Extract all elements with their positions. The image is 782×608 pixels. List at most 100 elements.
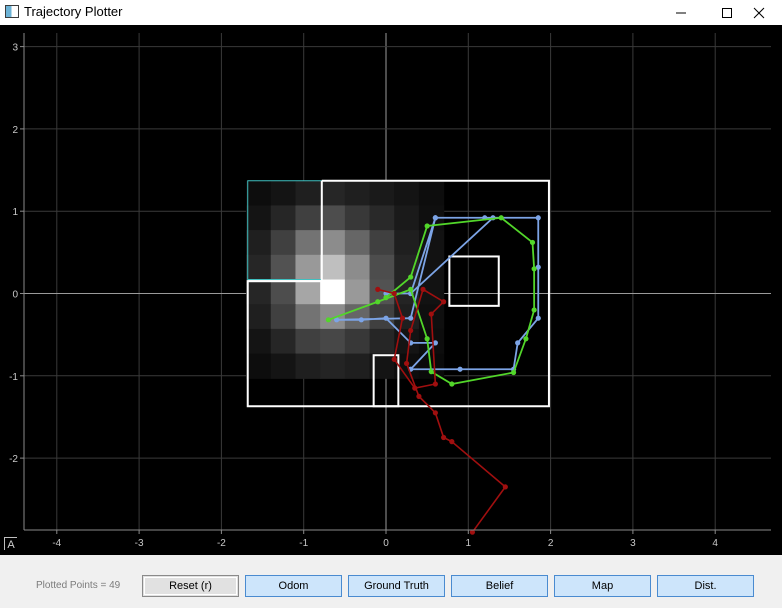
odom-point: [432, 410, 438, 416]
ground_truth-point: [424, 336, 430, 342]
y-tick-label: -1: [9, 372, 18, 383]
ground_truth-point: [498, 215, 504, 221]
heatmap-cell: [369, 254, 395, 281]
heatmap-cell: [344, 304, 371, 330]
odom-point: [408, 327, 414, 334]
ground_truth-point: [449, 381, 455, 387]
x-tick-label: 2: [548, 538, 554, 549]
heatmap-cell: [246, 279, 272, 305]
heatmap-cell: [394, 205, 420, 231]
heatmap-cell: [394, 304, 420, 330]
belief-point: [457, 366, 463, 372]
heatmap-cell: [369, 328, 395, 355]
heatmap-cell: [344, 254, 371, 281]
x-tick-label: 0: [383, 538, 389, 549]
heatmap-cell: [369, 304, 395, 330]
heatmap-cell: [270, 254, 297, 281]
ground_truth-point: [424, 223, 430, 229]
heatmap-cell: [320, 180, 346, 207]
heatmap-cell: [344, 353, 371, 379]
dist-button[interactable]: Dist.: [657, 575, 754, 597]
map-button[interactable]: Map: [554, 575, 651, 597]
heatmap-cell: [320, 254, 346, 281]
heatmap-cell: [394, 230, 420, 256]
heatmap-cell: [295, 328, 321, 355]
heatmap-cell: [295, 254, 321, 281]
odom-point: [391, 356, 397, 362]
belief-button[interactable]: Belief: [451, 575, 548, 597]
odom-point: [441, 434, 447, 441]
x-tick-label: 4: [712, 538, 718, 549]
plot-area[interactable]: -4 -3 -2 -1 0 1 2 3 4 3 2 1 0 -1 -2 A: [0, 25, 782, 555]
odom-button[interactable]: Odom: [245, 575, 342, 597]
belief-point: [408, 315, 414, 321]
heatmap-cell: [320, 279, 346, 305]
heatmap-cell: [369, 205, 395, 231]
y-tick-label: 2: [12, 125, 18, 136]
ground_truth-point: [428, 369, 434, 375]
x-tick-label: -3: [135, 538, 144, 549]
plotted-points-status: Plotted Points = 49: [36, 580, 121, 591]
y-tick-label: 0: [12, 290, 18, 301]
close-button[interactable]: [736, 0, 782, 25]
heatmap-cell: [320, 353, 346, 379]
heatmap-cell: [369, 180, 395, 207]
odom-point: [391, 290, 397, 297]
heatmap-cell: [246, 254, 272, 281]
x-tick-label: -1: [299, 538, 308, 549]
heatmap-cell: [246, 353, 272, 379]
heatmap-cell: [418, 180, 445, 207]
heatmap-cell: [320, 205, 346, 231]
odom-point: [403, 360, 410, 367]
heatmap-cell: [270, 279, 297, 305]
heatmap-cell: [246, 328, 272, 355]
odom-point: [412, 385, 418, 391]
x-tick-label: -4: [52, 538, 61, 549]
heatmap-cell: [369, 230, 395, 256]
ground_truth-point: [408, 286, 414, 292]
odom-point: [441, 299, 447, 305]
ground_truth-point: [325, 317, 331, 323]
heatmap-cell: [295, 180, 321, 207]
heatmap-cell: [295, 353, 321, 379]
ground_truth-point: [531, 266, 537, 272]
maximize-icon: [722, 7, 732, 18]
heatmap-cell: [270, 180, 297, 207]
heatmap-cell: [270, 353, 297, 379]
heatmap-cell: [344, 328, 371, 355]
y-tick-label: 3: [12, 43, 18, 54]
heatmap-cell: [344, 205, 371, 231]
heatmap-cell: [295, 304, 321, 330]
title-bar: Trajectory Plotter: [0, 0, 782, 25]
odom-point: [502, 484, 508, 490]
odom-point: [449, 439, 455, 445]
heatmap-cell: [295, 230, 321, 256]
odom-point: [432, 381, 438, 387]
belief-point: [535, 215, 541, 221]
x-tick-label: 1: [466, 538, 472, 549]
close-icon: [753, 7, 765, 18]
trajectory-plot[interactable]: -4 -3 -2 -1 0 1 2 3 4 3 2 1 0 -1 -2: [0, 25, 782, 555]
obstacle-box: [448, 255, 500, 307]
auto-range-icon[interactable]: A: [4, 537, 17, 550]
heatmap-cell: [394, 180, 420, 207]
auto-range-label: A: [7, 539, 15, 550]
heatmap-cell: [320, 328, 346, 355]
ground_truth-point: [383, 295, 389, 301]
reset-button[interactable]: Reset (r): [142, 575, 239, 597]
control-bar: Plotted Points = 49 Reset (r) Odom Groun…: [0, 555, 782, 608]
belief-point: [358, 317, 364, 323]
heatmap-cell: [270, 328, 297, 355]
heatmap-cell: [344, 180, 371, 207]
ground_truth-point: [523, 336, 529, 342]
app-icon: [5, 5, 19, 18]
y-tick-label: -2: [9, 454, 18, 465]
minimize-button[interactable]: [658, 0, 704, 25]
heatmap-cell: [270, 304, 297, 330]
odom-point: [375, 286, 381, 292]
heatmap-cell: [246, 304, 272, 330]
minimize-icon: [676, 12, 686, 13]
heatmap-cell: [344, 230, 371, 256]
heatmap-cell: [344, 279, 371, 305]
ground-truth-button[interactable]: Ground Truth: [348, 575, 445, 597]
